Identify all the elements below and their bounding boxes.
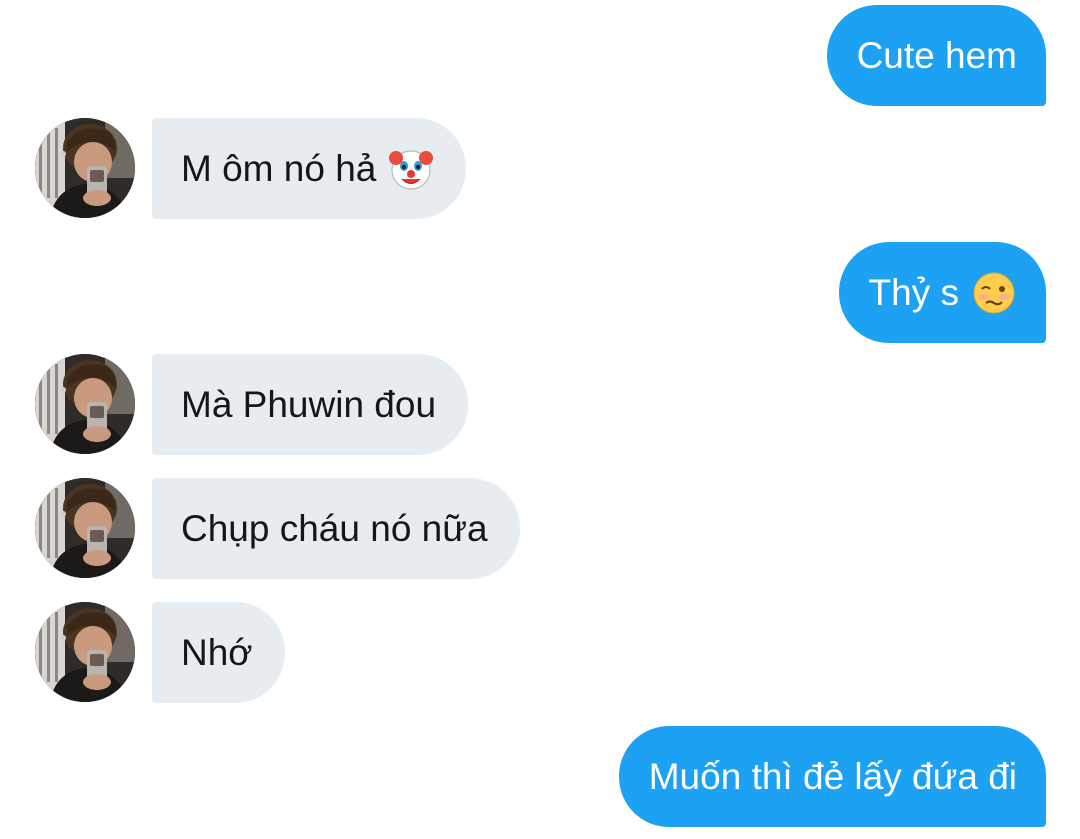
incoming-message-bubble[interactable]: Chụp cháu nó nữa (152, 478, 520, 579)
message-text: Thỷ s (868, 271, 959, 313)
contact-avatar[interactable] (35, 118, 135, 218)
message-text: Muốn thì đẻ lấy đứa đi (648, 755, 1017, 797)
incoming-message-bubble[interactable]: M ôm nó hả (152, 118, 467, 219)
clown-face-icon (388, 146, 434, 192)
contact-avatar[interactable] (35, 478, 135, 578)
contact-avatar[interactable] (35, 602, 135, 702)
message-text: M ôm nó hả (181, 147, 377, 189)
message-text: Chụp cháu nó nữa (181, 507, 488, 549)
incoming-message-bubble[interactable]: Nhớ (152, 602, 285, 703)
incoming-message-bubble[interactable]: Mà Phuwin đou (152, 354, 469, 455)
message-text: Cute hem (856, 34, 1017, 76)
contact-avatar[interactable] (35, 354, 135, 454)
message-text: Mà Phuwin đou (181, 383, 437, 425)
woozy-face-icon (971, 270, 1017, 316)
outgoing-message-bubble[interactable]: Muốn thì đẻ lấy đứa đi (618, 726, 1046, 827)
outgoing-message-bubble[interactable]: Cute hem (826, 5, 1046, 106)
chat-thread: Cute hem M ôm nó hả Thỷ s Mà Phuwin đou … (0, 0, 1080, 839)
outgoing-message-bubble[interactable]: Thỷ s (838, 242, 1046, 343)
message-text: Nhớ (181, 631, 253, 673)
